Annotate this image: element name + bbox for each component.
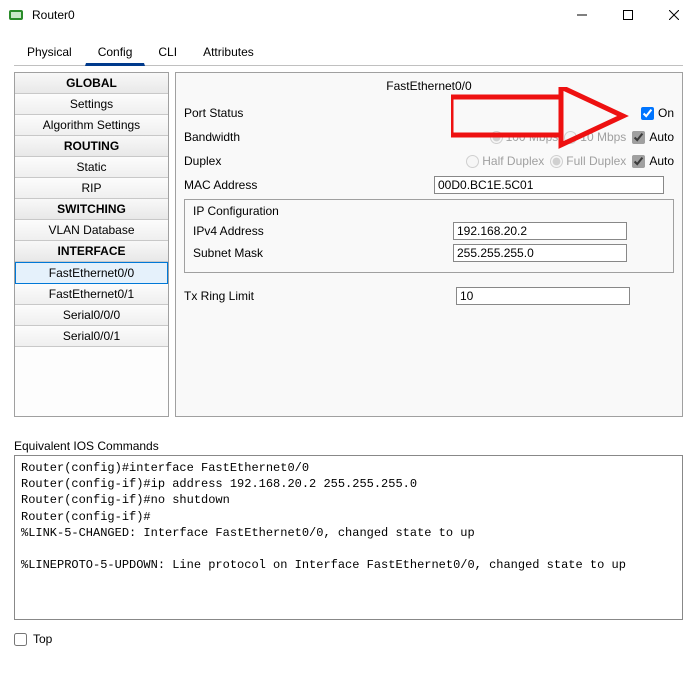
port-status-label: Port Status [184, 106, 304, 120]
top-label: Top [33, 632, 52, 646]
tab-bar: Physical Config CLI Attributes [14, 40, 683, 66]
tab-config[interactable]: Config [85, 40, 146, 66]
ios-commands-box[interactable]: Router(config)#interface FastEthernet0/0… [14, 455, 683, 620]
config-title: FastEthernet0/0 [184, 77, 674, 103]
titlebar: Router0 [0, 0, 697, 30]
sidebar-header-switching: SWITCHING [15, 199, 168, 220]
bandwidth-10-label: 10 Mbps [580, 130, 626, 144]
bandwidth-10-radio[interactable] [564, 131, 577, 144]
sidebar-item-algorithm-settings[interactable]: Algorithm Settings [15, 115, 168, 136]
txring-label: Tx Ring Limit [184, 289, 456, 303]
duplex-full-label: Full Duplex [566, 154, 626, 168]
bandwidth-10[interactable]: 10 Mbps [564, 130, 626, 144]
mac-label: MAC Address [184, 178, 304, 192]
maximize-button[interactable] [605, 0, 651, 30]
duplex-full-radio[interactable] [550, 155, 563, 168]
ipv4-input[interactable] [453, 222, 627, 240]
bandwidth-auto-checkbox[interactable] [632, 131, 645, 144]
app-icon [8, 7, 24, 23]
duplex-half[interactable]: Half Duplex [466, 154, 544, 168]
minimize-button[interactable] [559, 0, 605, 30]
duplex-full[interactable]: Full Duplex [550, 154, 626, 168]
sidebar: GLOBAL Settings Algorithm Settings ROUTI… [14, 72, 169, 417]
sidebar-item-serial0-0-0[interactable]: Serial0/0/0 [15, 305, 168, 326]
duplex-auto[interactable]: Auto [632, 154, 674, 168]
txring-input[interactable] [456, 287, 630, 305]
top-checkbox[interactable] [14, 633, 27, 646]
tab-cli[interactable]: CLI [145, 40, 190, 66]
ios-commands-label: Equivalent IOS Commands [14, 439, 683, 453]
subnet-input[interactable] [453, 244, 627, 262]
ipv4-label: IPv4 Address [193, 224, 453, 238]
sidebar-item-vlan-database[interactable]: VLAN Database [15, 220, 168, 241]
bandwidth-100-label: 100 Mbps [506, 130, 559, 144]
sidebar-item-settings[interactable]: Settings [15, 94, 168, 115]
sidebar-item-fe0-0[interactable]: FastEthernet0/0 [15, 262, 168, 284]
mac-input[interactable] [434, 176, 664, 194]
window-title: Router0 [32, 8, 559, 22]
bandwidth-auto[interactable]: Auto [632, 130, 674, 144]
duplex-half-radio[interactable] [466, 155, 479, 168]
port-status-on-label: On [658, 106, 674, 120]
port-status-on[interactable]: On [641, 106, 674, 120]
sidebar-item-serial0-0-1[interactable]: Serial0/0/1 [15, 326, 168, 347]
sidebar-header-global: GLOBAL [15, 73, 168, 94]
duplex-auto-label: Auto [649, 154, 674, 168]
ip-config-label: IP Configuration [193, 204, 665, 218]
close-button[interactable] [651, 0, 697, 30]
sidebar-header-routing: ROUTING [15, 136, 168, 157]
bandwidth-100-radio[interactable] [490, 131, 503, 144]
tab-physical[interactable]: Physical [14, 40, 85, 66]
bandwidth-100[interactable]: 100 Mbps [490, 130, 559, 144]
ip-config-group: IP Configuration IPv4 Address Subnet Mas… [184, 199, 674, 273]
tab-attributes[interactable]: Attributes [190, 40, 267, 66]
config-panel: FastEthernet0/0 Port Status On Bandwidth [175, 72, 683, 417]
sidebar-item-static[interactable]: Static [15, 157, 168, 178]
duplex-half-label: Half Duplex [482, 154, 544, 168]
bandwidth-auto-label: Auto [649, 130, 674, 144]
bandwidth-label: Bandwidth [184, 130, 304, 144]
duplex-auto-checkbox[interactable] [632, 155, 645, 168]
duplex-label: Duplex [184, 154, 304, 168]
sidebar-item-rip[interactable]: RIP [15, 178, 168, 199]
subnet-label: Subnet Mask [193, 246, 453, 260]
sidebar-header-interface: INTERFACE [15, 241, 168, 262]
sidebar-item-fe0-1[interactable]: FastEthernet0/1 [15, 284, 168, 305]
port-status-checkbox[interactable] [641, 107, 654, 120]
